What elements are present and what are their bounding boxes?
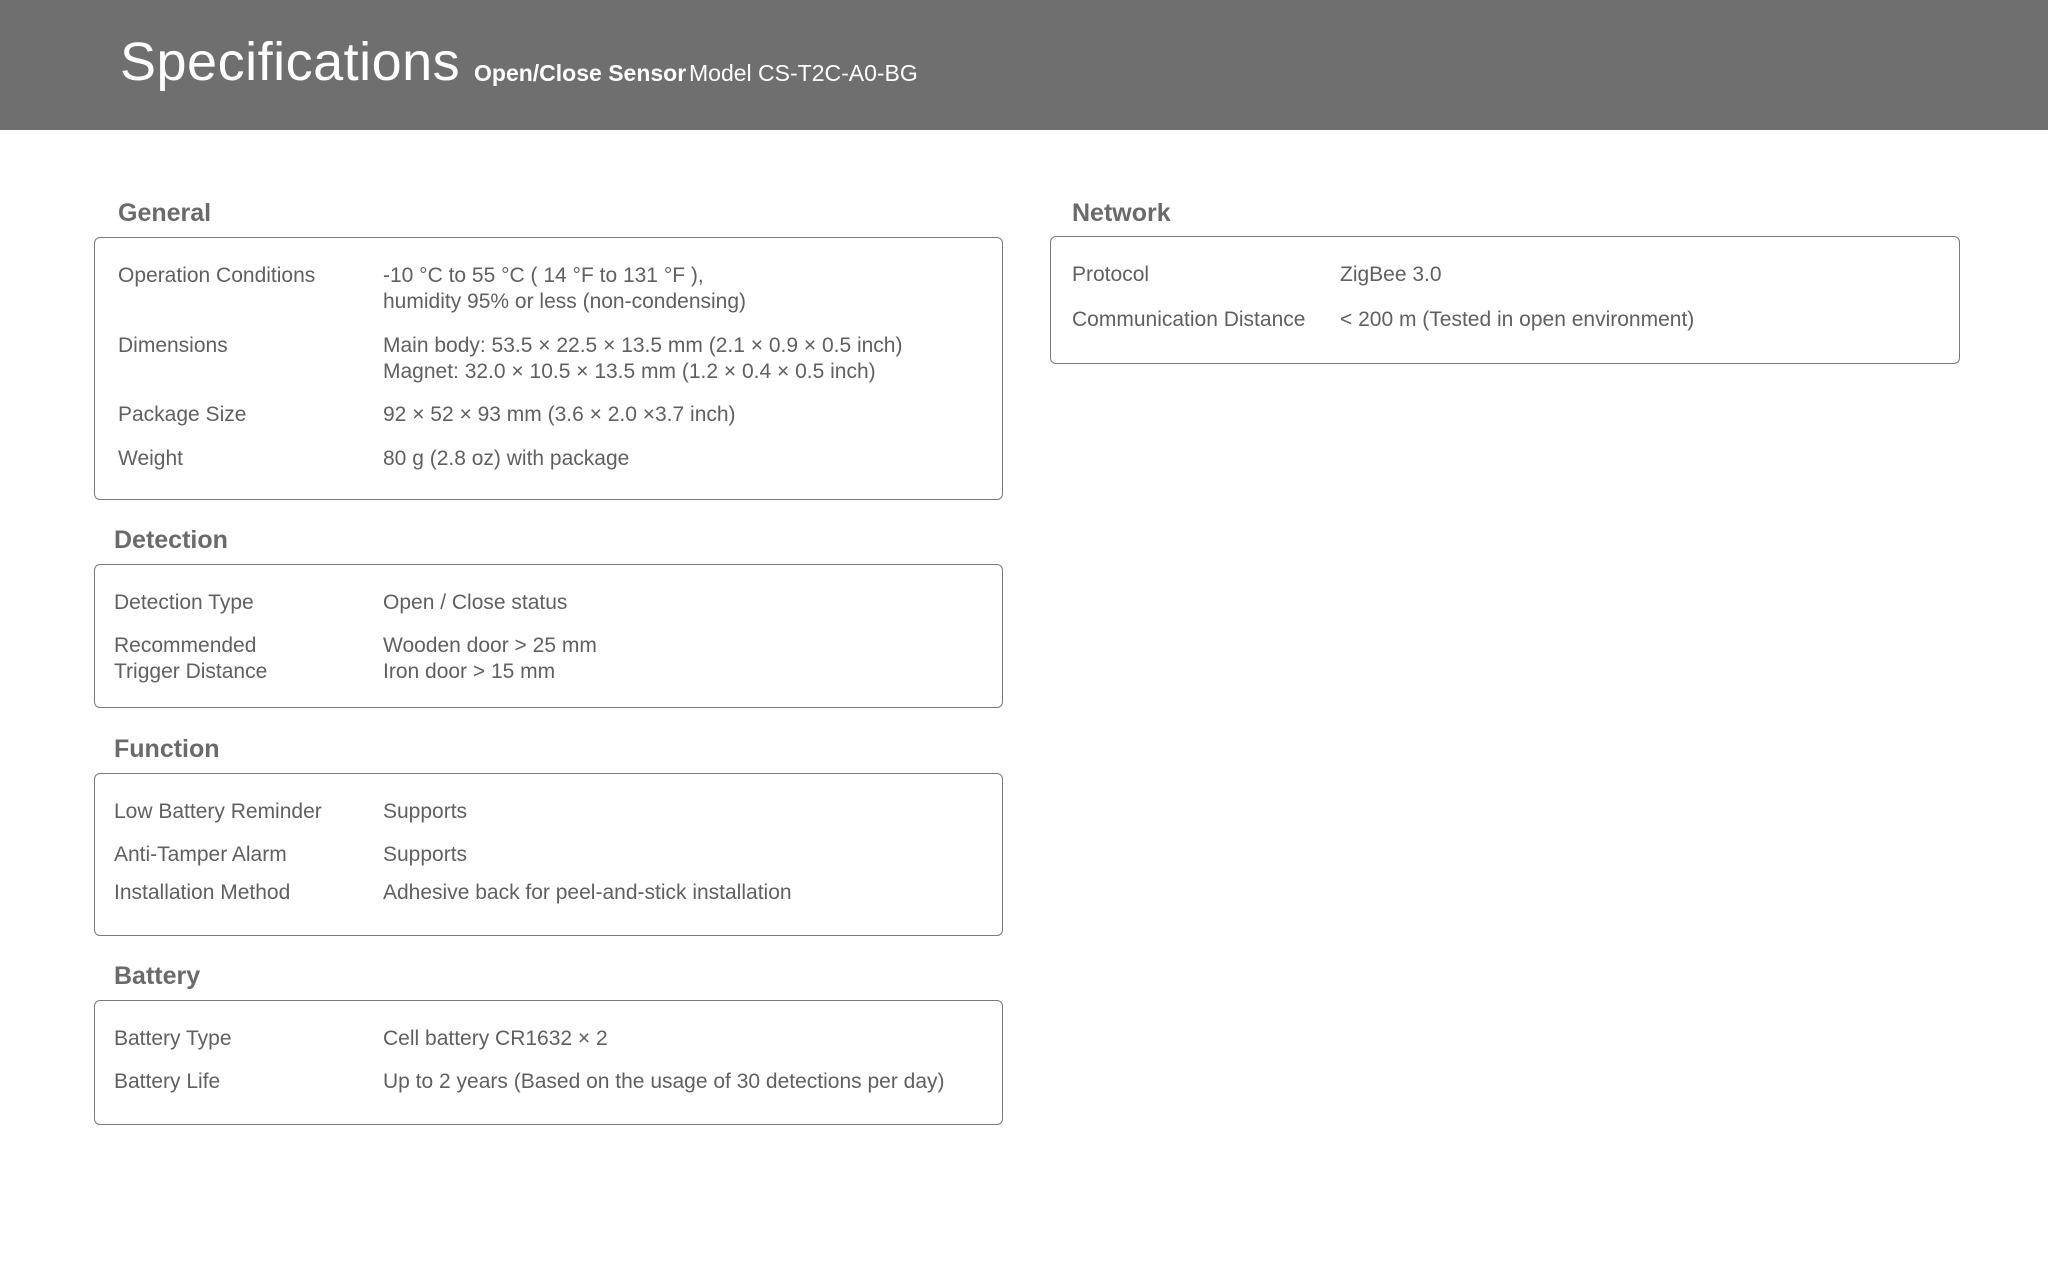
section-title-function: Function [114,735,220,763]
spec-value: Open / Close status [383,591,568,614]
spec-label: Dimensions [118,334,228,357]
spec-value: ZigBee 3.0 [1340,263,1442,286]
spec-label: Battery Life [114,1070,221,1093]
spec-label: Installation Method [114,881,291,904]
spec-value: 80 g (2.8 oz) with package [383,447,630,470]
network-spec-box [1050,236,1960,364]
section-title-general: General [118,199,212,227]
spec-label: Operation Conditions [118,264,316,287]
spec-label: Battery Type [114,1027,232,1050]
header-bar: Specifications Open/Close Sensor Model C… [0,0,2048,130]
spec-value: -10 °C to 55 °C ( 14 °F to 131 °F ), hum… [383,264,747,313]
spec-label: Anti-Tamper Alarm [114,843,287,866]
spec-value: Main body: 53.5 × 22.5 × 13.5 mm (2.1 × … [383,334,903,383]
model-number: Model CS-T2C-A0-BG [689,60,918,86]
battery-spec-box [94,1000,1003,1125]
product-name: Open/Close Sensor [474,60,687,86]
spec-value: Wooden door > 25 mm Iron door > 15 mm [383,634,597,683]
spec-value: Up to 2 years (Based on the usage of 30 … [383,1070,945,1093]
spec-label: Low Battery Reminder [114,800,322,823]
spec-label: Communication Distance [1072,308,1306,331]
section-title-detection: Detection [114,526,228,554]
spec-value: 92 × 52 × 93 mm (3.6 × 2.0 ×3.7 inch) [383,403,736,426]
spec-label: Recommended Trigger Distance [114,634,268,683]
spec-label: Detection Type [114,591,254,614]
section-title-network: Network [1072,199,1171,227]
spec-value: Supports [383,800,468,823]
spec-value: Cell battery CR1632 × 2 [383,1027,608,1050]
spec-label: Weight [118,447,183,470]
spec-value: Supports [383,843,468,866]
spec-label: Protocol [1072,263,1150,286]
spec-value: < 200 m (Tested in open environment) [1340,308,1695,331]
section-title-battery: Battery [114,962,201,990]
spec-value: Adhesive back for peel-and-stick install… [383,881,792,904]
spec-label: Package Size [118,403,247,426]
page-title: Specifications [120,32,461,92]
